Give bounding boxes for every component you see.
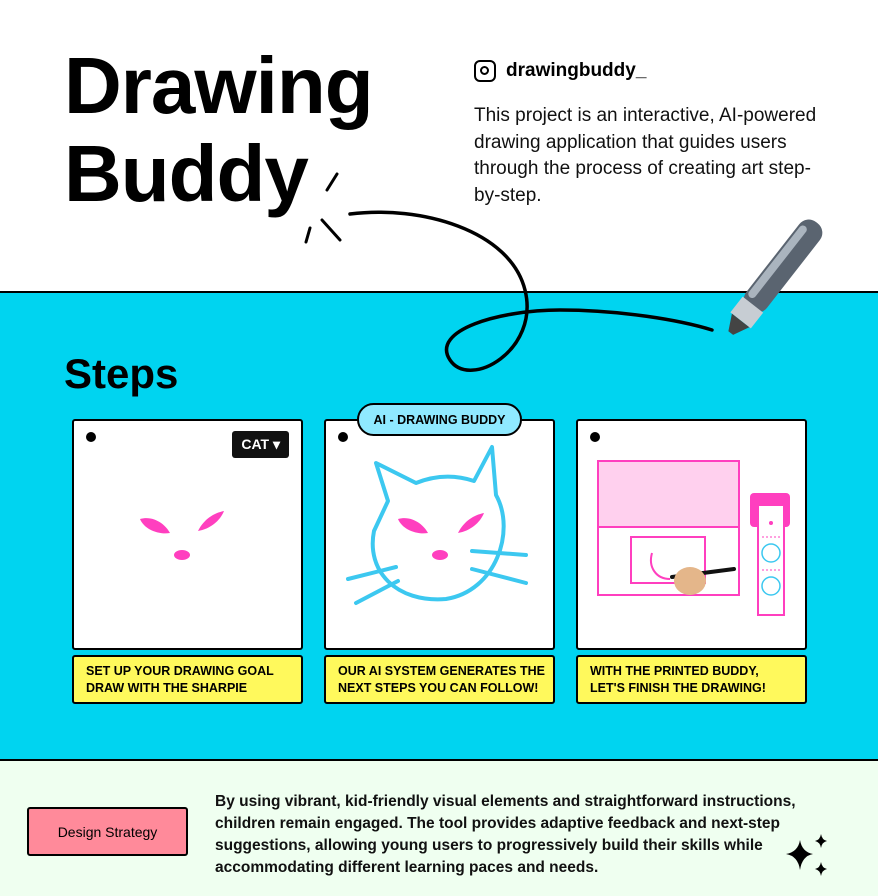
step-card-3[interactable] [576, 419, 807, 650]
step-caption-2: OUR AI SYSTEM GENERATES THE NEXT STEPS YO… [324, 655, 555, 704]
design-strategy-button[interactable]: Design Strategy [27, 807, 188, 856]
step-caption-1: SET UP YOUR DRAWING GOAL DRAW WITH THE SH… [72, 655, 303, 704]
printer-illustration [597, 460, 790, 616]
sparkle-icon [786, 834, 827, 876]
marker-pen-icon [728, 219, 823, 335]
step-caption-3: WITH THE PRINTED BUDDY, LET'S FINISH THE … [576, 655, 807, 704]
cat-eyes-sketch [140, 511, 224, 560]
ai-drawing-buddy-badge: AI - DRAWING BUDDY [357, 403, 522, 436]
step-card-2[interactable] [324, 419, 555, 650]
ai-cat-sketch [346, 445, 528, 605]
design-strategy-text: By using vibrant, kid-friendly visual el… [215, 793, 796, 876]
step-card-1[interactable]: CAT ▾ [72, 419, 303, 650]
